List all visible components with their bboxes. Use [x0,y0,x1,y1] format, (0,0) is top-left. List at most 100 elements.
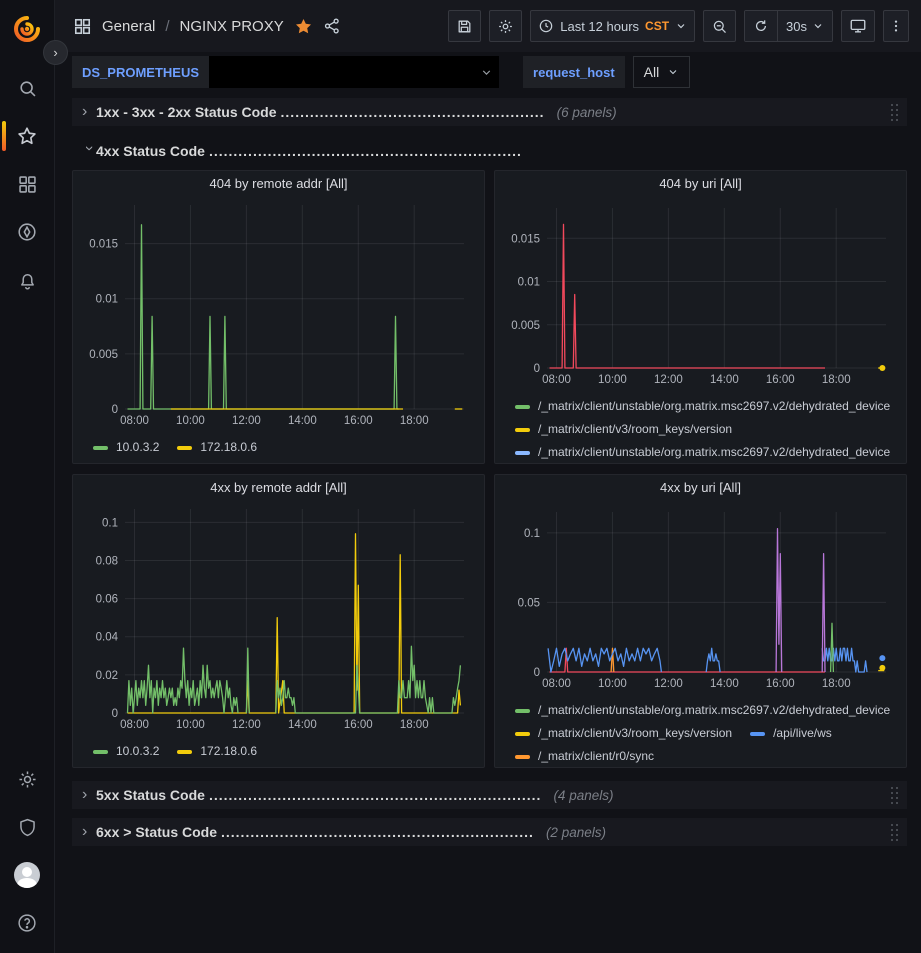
legend-item[interactable]: /_matrix/client/unstable/org.matrix.msc2… [515,699,890,722]
variable-ds-value-dropdown[interactable] [209,56,499,88]
y-axis-label: 0.015 [89,239,118,251]
legend-item[interactable]: /_matrix/client/v3/room_keys/version [515,418,732,441]
row-4xx[interactable]: › 4xx Status Code ......................… [72,138,907,164]
sidebar-item-alerting[interactable] [0,256,55,304]
grafana-logo[interactable] [10,12,44,46]
legend-item[interactable]: 10.0.3.2 [93,740,159,763]
legend-item[interactable]: 10.0.3.2 [93,436,159,459]
panel-title[interactable]: 4xx by remote addr [All] [79,480,478,501]
apps-icon[interactable] [73,17,92,36]
x-axis-label: 16:00 [344,415,373,427]
x-axis-label: 16:00 [344,719,373,731]
x-axis-label: 14:00 [710,374,739,386]
time-series-chart[interactable]: 00.0050.010.01508:0010:0012:0014:0016:00… [501,200,900,391]
legend-item[interactable]: /api/live/ws [750,722,832,745]
sidebar-item-configuration[interactable] [0,755,55,803]
chevron-right-icon: › [82,103,96,121]
sidebar-item-profile[interactable] [0,851,55,899]
favorite-star-icon[interactable] [294,17,313,36]
legend-item[interactable]: 172.18.0.6 [177,436,257,459]
row-dots: ........................................… [221,824,534,840]
legend-swatch [750,732,765,736]
x-axis-label: 18:00 [400,415,429,427]
clock-icon [538,18,554,34]
row-title: 4xx Status Code [96,143,205,159]
share-icon[interactable] [323,17,341,35]
legend-swatch [515,428,530,432]
row-drag-handle[interactable] [889,822,899,842]
sidebar-item-starred[interactable] [0,112,55,160]
y-axis-label: 0.01 [96,294,118,306]
legend-label: /api/live/ws [773,722,832,745]
panel-title[interactable]: 404 by remote addr [All] [79,176,478,197]
legend-swatch [177,750,192,754]
refresh-interval-value: 30s [786,19,807,34]
chevron-down-icon [667,66,679,78]
help-icon [16,912,38,934]
row-dots: ........................................… [281,104,545,120]
variable-host-dropdown[interactable]: All [633,56,691,88]
row-title: 1xx - 3xx - 2xx Status Code [96,104,277,120]
active-indicator [2,121,6,151]
kebab-menu-button[interactable] [883,10,909,42]
panel-legend: 10.0.3.2 172.18.0.6 [79,432,478,459]
legend-item[interactable]: /_matrix/client/r0/sync [515,745,654,763]
sidebar-item-server-admin[interactable] [0,803,55,851]
row-6xx[interactable]: › 6xx > Status Code ....................… [72,818,907,846]
legend-item[interactable]: 172.18.0.6 [177,740,257,763]
x-axis-label: 10:00 [176,719,205,731]
refresh-interval-dropdown[interactable]: 30s [777,11,832,41]
dashboard-header: General / NGINX PROXY [55,0,921,52]
compass-icon [16,221,38,243]
panel-4xx-by-uri: 4xx by uri [All] 00.050.108:0010:0012:00… [494,474,907,768]
sidebar-item-help[interactable] [0,899,55,947]
save-dashboard-button[interactable] [448,10,481,42]
zoom-out-button[interactable] [703,10,736,42]
row-panel-count: (4 panels) [553,788,613,803]
variable-host-label[interactable]: request_host [523,56,625,88]
sidebar-item-explore[interactable] [0,208,55,256]
legend-item[interactable]: /_matrix/client/unstable/org.matrix.msc2… [515,441,890,459]
x-axis-label: 18:00 [822,374,851,386]
breadcrumb: General / NGINX PROXY [73,17,341,36]
y-axis-label: 0.02 [96,670,118,682]
legend-label: 172.18.0.6 [200,740,257,763]
legend-item[interactable]: /_matrix/client/unstable/org.matrix.msc2… [515,395,890,418]
time-range-label: Last 12 hours [560,19,639,34]
sidebar-item-search[interactable] [0,64,55,112]
y-axis-label: 0.04 [96,632,119,644]
breadcrumb-folder[interactable]: General [102,18,155,35]
y-axis-label: 0 [534,667,540,679]
sidebar-expand-button[interactable]: › [43,40,68,65]
panel-title[interactable]: 4xx by uri [All] [501,480,900,504]
avatar [14,862,40,888]
legend-label: 172.18.0.6 [200,436,257,459]
panel-title[interactable]: 404 by uri [All] [501,176,900,200]
save-icon [456,18,473,35]
legend-label: /_matrix/client/unstable/org.matrix.msc2… [538,699,890,722]
y-axis-label: 0.015 [511,233,540,245]
legend-swatch [93,446,108,450]
legend-item[interactable]: /_matrix/client/v3/room_keys/version [515,722,732,745]
refresh-icon [753,18,769,34]
time-series-chart[interactable]: 00.020.040.060.080.108:0010:0012:0014:00… [79,501,478,736]
time-range-picker[interactable]: Last 12 hours CST [530,10,695,42]
sidebar [0,0,55,953]
row-1xx-3xx-2xx[interactable]: › 1xx - 3xx - 2xx Status Code ..........… [72,98,907,126]
tv-mode-button[interactable] [841,10,875,42]
time-series-chart[interactable]: 00.0050.010.01508:0010:0012:0014:0016:00… [79,197,478,432]
x-axis-label: 18:00 [822,678,851,690]
row-drag-handle[interactable] [889,102,899,122]
panel-legend: /_matrix/client/unstable/org.matrix.msc2… [501,695,900,763]
time-series-chart[interactable]: 00.050.108:0010:0012:0014:0016:0018:00 [501,504,900,695]
variable-ds-label[interactable]: DS_PROMETHEUS [72,56,209,88]
dashboard-settings-button[interactable] [489,10,522,42]
legend-label: /_matrix/client/r0/sync [538,745,654,763]
legend-swatch [515,405,530,409]
x-axis-label: 12:00 [654,678,683,690]
row-5xx[interactable]: › 5xx Status Code ......................… [72,781,907,809]
header-actions: Last 12 hours CST 30s [448,10,909,42]
row-drag-handle[interactable] [889,785,899,805]
refresh-button[interactable] [745,11,777,41]
sidebar-item-dashboards[interactable] [0,160,55,208]
